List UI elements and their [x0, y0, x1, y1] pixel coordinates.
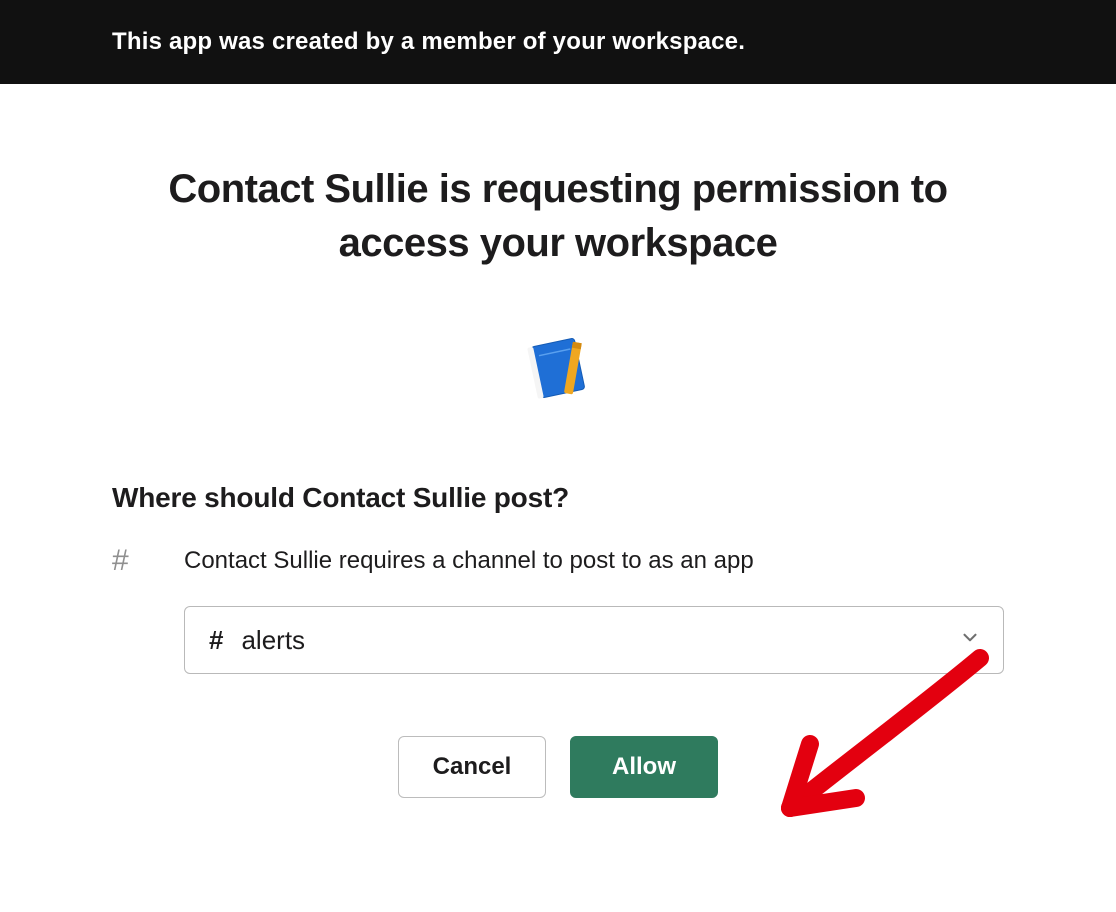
- workspace-banner: This app was created by a member of your…: [0, 0, 1116, 84]
- post-question: Where should Contact Sullie post?: [112, 482, 1004, 514]
- cancel-button-label: Cancel: [433, 753, 512, 781]
- channel-description: Contact Sullie requires a channel to pos…: [184, 547, 754, 575]
- allow-button-label: Allow: [612, 753, 676, 781]
- app-icon-container: [112, 328, 1004, 408]
- cancel-button[interactable]: Cancel: [398, 736, 546, 798]
- chevron-down-icon: [959, 627, 981, 654]
- channel-description-row: # Contact Sullie requires a channel to p…: [112, 546, 1004, 576]
- hash-icon: #: [112, 546, 148, 576]
- workspace-banner-text: This app was created by a member of your…: [112, 28, 745, 55]
- action-buttons: Cancel Allow: [112, 736, 1004, 798]
- allow-button[interactable]: Allow: [570, 736, 718, 798]
- channel-select-value: alerts: [241, 625, 305, 656]
- hash-icon: #: [209, 625, 223, 656]
- app-icon: [518, 328, 598, 408]
- main-content: Contact Sullie is requesting permission …: [0, 162, 1116, 798]
- permission-headline: Contact Sullie is requesting permission …: [112, 162, 1004, 270]
- channel-select[interactable]: # alerts: [184, 606, 1004, 674]
